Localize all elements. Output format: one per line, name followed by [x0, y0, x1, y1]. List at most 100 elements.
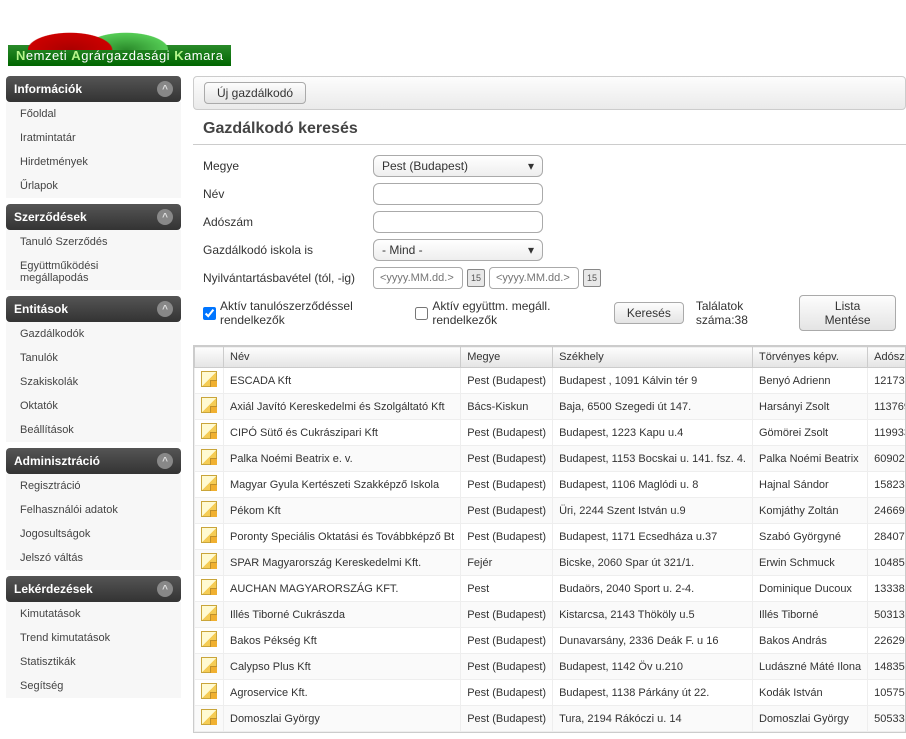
cell-tax: 15823302-2-42 [868, 472, 906, 498]
edit-icon[interactable] [201, 397, 217, 413]
table-row[interactable]: Magyar Gyula Kertészeti Szakképző Iskola… [195, 472, 906, 498]
edit-icon[interactable] [201, 709, 217, 725]
column-header[interactable]: Törvényes képv. [753, 347, 868, 368]
column-header[interactable]: Adószám [868, 347, 906, 368]
sidebar-section-header[interactable]: Információk^ [6, 76, 181, 102]
chevron-up-icon: ^ [157, 209, 173, 225]
sidebar-item[interactable]: Főoldal [6, 102, 181, 126]
cell-rep: Bakos András [753, 628, 868, 654]
sidebar-item[interactable]: Trend kimutatások [6, 626, 181, 650]
cell-county: Pest (Budapest) [461, 524, 553, 550]
sidebar-item[interactable]: Tanuló Szerződés [6, 230, 181, 254]
cell-name: Palka Noémi Beatrix e. v. [224, 446, 461, 472]
edit-icon[interactable] [201, 631, 217, 647]
sidebar-item[interactable]: Gazdálkodók [6, 322, 181, 346]
sidebar-item[interactable]: Felhasználói adatok [6, 498, 181, 522]
sidebar-item[interactable]: Statisztikák [6, 650, 181, 674]
edit-icon[interactable] [201, 553, 217, 569]
column-header[interactable]: Székhely [553, 347, 753, 368]
name-input[interactable] [373, 183, 543, 205]
sidebar-item[interactable]: Jogosultságok [6, 522, 181, 546]
sidebar-item[interactable]: Oktatók [6, 394, 181, 418]
edit-icon[interactable] [201, 423, 217, 439]
cell-rep: Benyó Adrienn [753, 368, 868, 394]
table-row[interactable]: Domoszlai GyörgyPest (Budapest)Tura, 219… [195, 706, 906, 732]
table-row[interactable]: Agroservice Kft.Pest (Budapest)Budapest,… [195, 680, 906, 706]
sidebar-item[interactable]: Hirdetmények [6, 150, 181, 174]
calendar-icon[interactable]: 15 [467, 269, 485, 287]
cell-rep: Erwin Schmuck [753, 550, 868, 576]
edit-icon[interactable] [201, 605, 217, 621]
cell-tax: 60902142-2-42 [868, 446, 906, 472]
sidebar-item[interactable]: Szakiskolák [6, 370, 181, 394]
table-row[interactable]: ESCADA KftPest (Budapest)Budapest , 1091… [195, 368, 906, 394]
cell-name: Illés Tiborné Cukrászda [224, 602, 461, 628]
sidebar-section-header[interactable]: Adminisztráció^ [6, 448, 181, 474]
sidebar-item[interactable]: Beállítások [6, 418, 181, 442]
table-row[interactable]: Palka Noémi Beatrix e. v.Pest (Budapest)… [195, 446, 906, 472]
edit-icon[interactable] [201, 501, 217, 517]
cell-tax: 22629430-2-13 [868, 628, 906, 654]
filter-form: Megye Pest (Budapest)▾ Név Adószám Gazdá… [193, 155, 906, 345]
sidebar-item[interactable]: Tanulók [6, 346, 181, 370]
sidebar-item[interactable]: Regisztráció [6, 474, 181, 498]
date-to-input[interactable] [489, 267, 579, 289]
name-label: Név [203, 187, 373, 201]
county-select[interactable]: Pest (Budapest)▾ [373, 155, 543, 177]
cell-tax: 50313118-2-33 [868, 602, 906, 628]
sidebar-item[interactable]: Együttműködési megállapodás [6, 254, 181, 290]
sidebar-item[interactable]: Iratmintatár [6, 126, 181, 150]
active-coop-checkbox[interactable]: Aktív együttm. megáll. rendelkezők [415, 299, 607, 327]
edit-icon[interactable] [201, 475, 217, 491]
cell-tax: 14835410-2-42 [868, 654, 906, 680]
date-from-input[interactable] [373, 267, 463, 289]
chevron-up-icon: ^ [157, 453, 173, 469]
chevron-up-icon: ^ [157, 81, 173, 97]
column-header[interactable] [195, 347, 224, 368]
table-row[interactable]: Poronty Speciális Oktatási és Továbbképz… [195, 524, 906, 550]
edit-icon[interactable] [201, 449, 217, 465]
table-row[interactable]: Pékom KftPest (Budapest)Üri, 2244 Szent … [195, 498, 906, 524]
table-row[interactable]: CIPÓ Sütő és Cukrászipari KftPest (Budap… [195, 420, 906, 446]
cell-county: Pest [461, 576, 553, 602]
cell-name: Calypso Plus Kft [224, 654, 461, 680]
save-list-button[interactable]: Lista Mentése [799, 295, 896, 331]
sidebar-item[interactable]: Jelszó váltás [6, 546, 181, 570]
edit-icon[interactable] [201, 371, 217, 387]
taxno-input[interactable] [373, 211, 543, 233]
edit-icon[interactable] [201, 657, 217, 673]
cell-name: CIPÓ Sütő és Cukrászipari Kft [224, 420, 461, 446]
cell-rep: Hajnal Sándor [753, 472, 868, 498]
sidebar-section-header[interactable]: Entitások^ [6, 296, 181, 322]
column-header[interactable]: Név [224, 347, 461, 368]
active-student-checkbox[interactable]: Aktív tanulószerződéssel rendelkezők [203, 299, 409, 327]
sidebar-item[interactable]: Kimutatások [6, 602, 181, 626]
table-row[interactable]: Axiál Javító Kereskedelmi és Szolgáltató… [195, 394, 906, 420]
table-row[interactable]: Illés Tiborné CukrászdaPest (Budapest)Ki… [195, 602, 906, 628]
calendar-icon[interactable]: 15 [583, 269, 601, 287]
cell-name: SPAR Magyarország Kereskedelmi Kft. [224, 550, 461, 576]
school-select[interactable]: - Mind -▾ [373, 239, 543, 261]
table-row[interactable]: SPAR Magyarország Kereskedelmi Kft.Fejér… [195, 550, 906, 576]
table-row[interactable]: AUCHAN MAGYARORSZÁG KFT.PestBudaörs, 204… [195, 576, 906, 602]
cell-county: Pest (Budapest) [461, 368, 553, 394]
cell-rep: Illés Tiborné [753, 602, 868, 628]
edit-icon[interactable] [201, 527, 217, 543]
table-row[interactable]: Bakos Pékség KftPest (Budapest)Dunavarsá… [195, 628, 906, 654]
cell-name: Magyar Gyula Kertészeti Szakképző Iskola [224, 472, 461, 498]
sidebar-item[interactable]: Űrlapok [6, 174, 181, 198]
sidebar-section-header[interactable]: Lekérdezések^ [6, 576, 181, 602]
sidebar-section-header[interactable]: Szerződések^ [6, 204, 181, 230]
cell-seat: Budaörs, 2040 Sport u. 2-4. [553, 576, 753, 602]
cell-name: Bakos Pékség Kft [224, 628, 461, 654]
cell-name: Domoszlai György [224, 706, 461, 732]
column-header[interactable]: Megye [461, 347, 553, 368]
edit-icon[interactable] [201, 683, 217, 699]
cell-seat: Dunavarsány, 2336 Deák F. u 16 [553, 628, 753, 654]
edit-icon[interactable] [201, 579, 217, 595]
new-entity-button[interactable]: Új gazdálkodó [204, 82, 306, 104]
table-row[interactable]: Calypso Plus KftPest (Budapest)Budapest,… [195, 654, 906, 680]
sidebar-item[interactable]: Segítség [6, 674, 181, 698]
search-button[interactable]: Keresés [614, 302, 684, 324]
cell-county: Bács-Kiskun [461, 394, 553, 420]
